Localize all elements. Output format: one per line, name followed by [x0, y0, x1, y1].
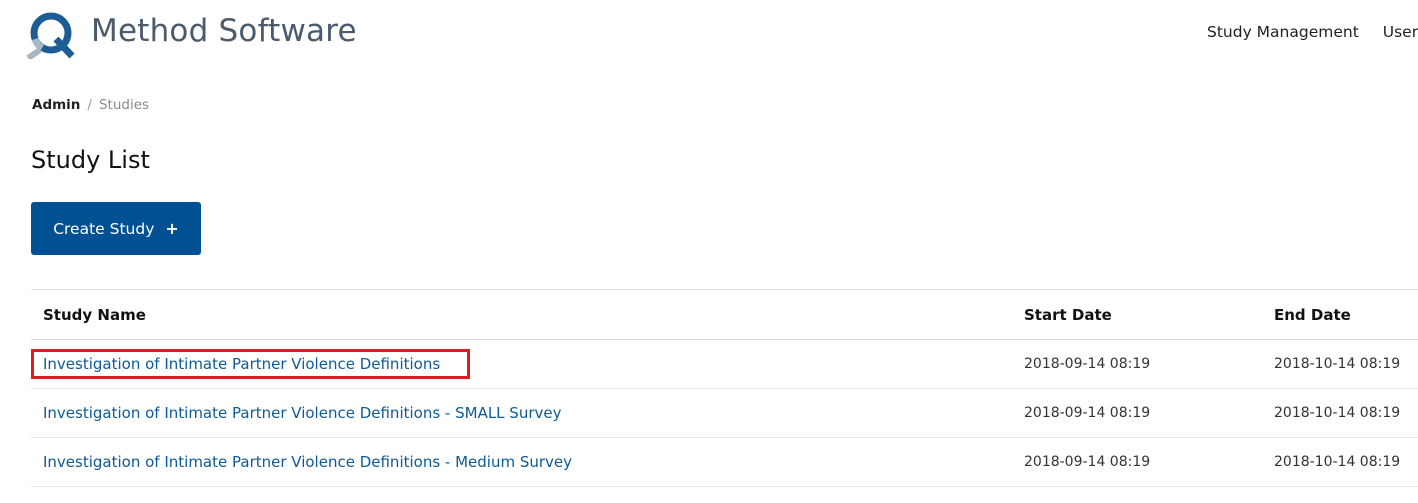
study-link[interactable]: Investigation of Intimate Partner Violen… — [43, 355, 440, 373]
create-study-button[interactable]: Create Study + — [31, 202, 201, 255]
study-name-cell: Investigation of Intimate Partner Violen… — [31, 438, 1012, 487]
start-date-cell: 2018-09-14 08:19 — [1024, 356, 1151, 372]
table-header-row: Study Name Start Date End Date — [31, 289, 1418, 340]
breadcrumb-separator: / — [87, 97, 92, 113]
breadcrumb-admin[interactable]: Admin — [32, 97, 80, 113]
brand-name[interactable]: Method Software — [91, 13, 357, 49]
study-name-cell: Investigation of Intimate Partner Violen… — [31, 389, 1012, 438]
create-study-label: Create Study — [53, 219, 155, 238]
end-date-cell: 2018-10-14 08:19 — [1274, 405, 1401, 421]
site-header: Method Software Study Management User — [0, 0, 1418, 70]
page-title: Study List — [31, 146, 150, 174]
table-row: Investigation of Intimate Partner Violen… — [31, 438, 1418, 487]
column-header-end-date[interactable]: End Date — [1262, 290, 1418, 340]
study-name-cell: Investigation of Intimate Partner Violen… — [31, 340, 1012, 389]
column-header-study-name[interactable]: Study Name — [31, 290, 1012, 340]
end-date-cell: 2018-10-14 08:19 — [1274, 356, 1401, 372]
study-link[interactable]: Investigation of Intimate Partner Violen… — [43, 404, 562, 422]
start-date-cell: 2018-09-14 08:19 — [1024, 405, 1151, 421]
study-table: Study Name Start Date End Date Investiga… — [31, 289, 1418, 487]
plus-icon: + — [165, 219, 179, 238]
table-row: Investigation of Intimate Partner Violen… — [31, 340, 1418, 389]
nav-user[interactable]: User — [1383, 23, 1418, 41]
breadcrumb-current: Studies — [98, 97, 150, 113]
top-nav: Study Management User — [1207, 23, 1418, 41]
table-row: Investigation of Intimate Partner Violen… — [31, 389, 1418, 438]
nav-study-management[interactable]: Study Management — [1207, 23, 1359, 41]
study-link[interactable]: Investigation of Intimate Partner Violen… — [43, 453, 572, 471]
q-logo-icon[interactable] — [26, 9, 78, 59]
column-header-start-date[interactable]: Start Date — [1012, 290, 1262, 340]
end-date-cell: 2018-10-14 08:19 — [1274, 454, 1401, 470]
start-date-cell: 2018-09-14 08:19 — [1024, 454, 1151, 470]
breadcrumb: Admin / Studies — [32, 97, 149, 113]
